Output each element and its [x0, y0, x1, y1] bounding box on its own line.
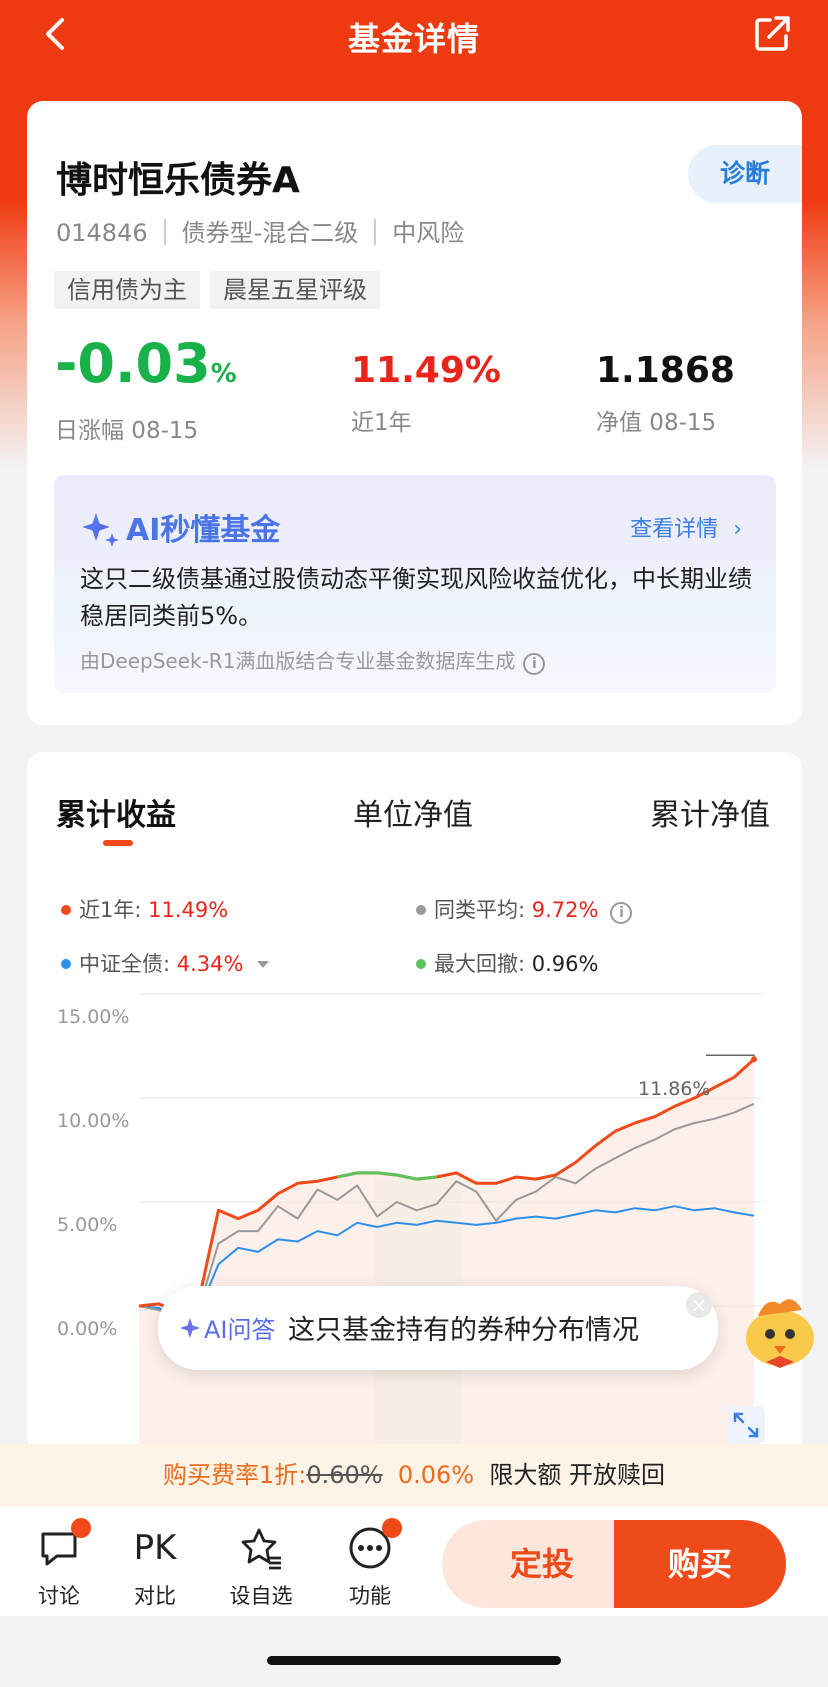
- nav-label: 对比: [134, 1584, 176, 1608]
- nav-label: 讨论: [38, 1584, 80, 1608]
- fund-tag: 晨星五星评级: [210, 271, 380, 309]
- diagnose-button[interactable]: 诊断: [688, 145, 802, 203]
- nav-compare[interactable]: PK 对比: [115, 1524, 195, 1610]
- nav-watchlist[interactable]: 设自选: [221, 1524, 301, 1610]
- y-tick-label: 15.00%: [57, 1006, 130, 1028]
- pk-icon: PK: [131, 1524, 179, 1572]
- expand-icon[interactable]: [727, 1406, 765, 1444]
- pk-glyph: PK: [133, 1528, 177, 1568]
- star-list-icon: [237, 1524, 285, 1572]
- nav-label: 净值 08-15: [596, 410, 717, 436]
- y-tick-label: 0.00%: [57, 1318, 118, 1340]
- end-value-leader: [706, 1054, 755, 1060]
- ai-footnote-text: 由DeepSeek-R1满血版结合专业基金数据库生成: [80, 649, 516, 673]
- fund-risk: 中风险: [392, 219, 465, 247]
- series-end-point: [751, 1056, 757, 1063]
- fee-discounted: 0.06%: [397, 1461, 475, 1489]
- sip-button[interactable]: 定投: [442, 1520, 642, 1608]
- fund-summary-card: 博时恒乐债券A 诊断 014846 债券型-混合二级 中风险 信用债为主 晨星五星评级…: [27, 101, 802, 725]
- mascot-chick-icon[interactable]: [736, 1286, 826, 1376]
- nav-value: 1.1868: [596, 350, 735, 391]
- nav-functions[interactable]: 功能: [330, 1518, 410, 1610]
- ai-sparkle-icon: [180, 1318, 200, 1338]
- nav-discuss[interactable]: 讨论: [19, 1518, 99, 1610]
- daily-change-label: 日涨幅 08-15: [55, 418, 199, 444]
- ai-summary-title: AI秒懂基金: [126, 513, 281, 548]
- daily-change-unit: %: [210, 359, 237, 389]
- bottom-action-bar: 讨论 PK 对比 设自选 功能 定投 购买: [0, 1506, 828, 1616]
- series-area-fund: [139, 1059, 754, 1452]
- daily-change-value: -0.03: [55, 332, 211, 395]
- ai-summary-more-link[interactable]: 查看详情 ›: [630, 511, 742, 543]
- home-indicator: [267, 1656, 561, 1665]
- ai-summary-more-label: 查看详情: [630, 517, 719, 542]
- ai-question-label: AI问答: [204, 1316, 276, 1344]
- fund-name: 博时恒乐债券A: [56, 160, 300, 201]
- fee-rate-banner: 购买费率1折:0.60% 0.06% 限大额 开放赎回: [0, 1444, 828, 1506]
- fund-tag: 信用债为主: [54, 271, 200, 309]
- ai-summary-footnote: 由DeepSeek-R1满血版结合专业基金数据库生成 i: [80, 645, 546, 675]
- fee-original: 0.60%: [306, 1461, 383, 1489]
- ai-question-bubble[interactable]: AI问答 这只基金持有的券种分布情况 ×: [158, 1286, 718, 1370]
- fee-tail: 限大额 开放赎回: [489, 1461, 666, 1489]
- ai-question-text: 这只基金持有的券种分布情况: [288, 1315, 639, 1346]
- year-return-stat: 11.49% 近1年: [351, 349, 501, 437]
- nav-stat: 1.1868 净值 08-15: [596, 349, 735, 437]
- year-return-label: 近1年: [351, 410, 412, 436]
- nav-label: 设自选: [229, 1584, 293, 1608]
- ai-summary-box[interactable]: AI秒懂基金 查看详情 › 这只二级债基通过股债动态平衡实现风险收益优化，中长期…: [54, 475, 776, 693]
- notification-dot: [71, 1518, 91, 1538]
- chart-end-value-label: 11.86%: [638, 1078, 711, 1100]
- fund-tags: 信用债为主 晨星五星评级: [54, 271, 390, 309]
- notification-dot: [382, 1518, 402, 1538]
- buy-button[interactable]: 购买: [614, 1520, 786, 1608]
- page-title: 基金详情: [347, 20, 480, 58]
- close-icon[interactable]: ×: [686, 1292, 712, 1318]
- chat-icon: [35, 1518, 91, 1572]
- fee-prefix: 购买费率1折:: [162, 1461, 307, 1489]
- ai-sparkle-icon: [82, 513, 119, 547]
- nav-label: 功能: [349, 1584, 391, 1608]
- daily-change-stat: -0.03% 日涨幅 08-15: [55, 333, 237, 445]
- share-icon[interactable]: [754, 14, 792, 52]
- y-tick-label: 5.00%: [57, 1214, 118, 1236]
- chevron-right-icon: ›: [733, 517, 742, 542]
- app-header: 基金详情: [0, 0, 828, 80]
- ai-summary-text: 这只二级债基通过股债动态平衡实现风险收益优化，中长期业绩稳居同类前5%。: [80, 565, 752, 630]
- year-return-value: 11.49%: [351, 350, 501, 391]
- info-icon[interactable]: i: [523, 653, 546, 675]
- more-icon: [346, 1518, 402, 1572]
- y-tick-label: 10.00%: [57, 1110, 130, 1132]
- fund-meta: 014846 债券型-混合二级 中风险: [56, 213, 464, 248]
- fund-category: 债券型-混合二级: [181, 219, 359, 247]
- fund-code: 014846: [56, 219, 148, 247]
